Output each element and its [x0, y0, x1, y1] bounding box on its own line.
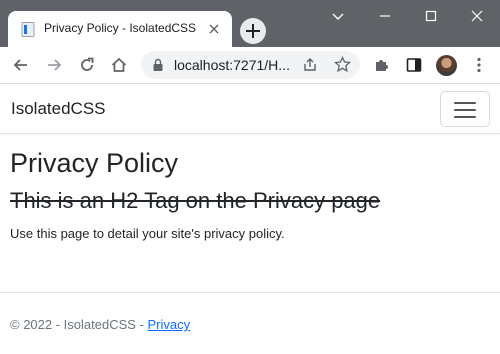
star-icon[interactable]: [334, 56, 351, 73]
chevron-down-icon[interactable]: [329, 7, 347, 25]
kebab-menu-icon[interactable]: [470, 56, 488, 74]
share-icon[interactable]: [302, 57, 318, 73]
page-subtitle: This is an H2 Tag on the Privacy page: [10, 188, 381, 213]
new-tab-button[interactable]: [240, 18, 266, 44]
plus-icon: [246, 24, 260, 38]
navbar-brand[interactable]: IsolatedCSS: [11, 99, 106, 119]
reload-icon[interactable]: [78, 56, 96, 74]
home-icon[interactable]: [110, 56, 128, 74]
browser-tab-active[interactable]: Privacy Policy - IsolatedCSS: [8, 11, 232, 47]
page-description: Use this page to detail your site's priv…: [10, 226, 285, 241]
lock-icon[interactable]: [152, 58, 164, 72]
tab-title: Privacy Policy - IsolatedCSS: [44, 21, 197, 35]
hamburger-icon: [454, 102, 476, 104]
minimize-icon[interactable]: [376, 7, 394, 25]
side-panel-icon[interactable]: [405, 56, 423, 74]
hamburger-icon-bar: [454, 116, 476, 118]
avatar[interactable]: [436, 55, 457, 76]
back-arrow-icon[interactable]: [12, 56, 30, 74]
address-bar[interactable]: localhost:7271/H...: [141, 51, 360, 79]
forward-arrow-icon[interactable]: [45, 56, 63, 74]
hamburger-icon-bar: [454, 109, 476, 111]
navbar-toggle-button[interactable]: [440, 91, 490, 127]
footer-copyright: © 2022 - IsolatedCSS -: [10, 317, 148, 332]
browser-toolbar: localhost:7271/H...: [0, 47, 500, 84]
window-close-icon[interactable]: [468, 7, 486, 25]
url-text: localhost:7271/H...: [174, 57, 290, 73]
tab-close-icon[interactable]: [206, 21, 222, 37]
document-icon: [21, 22, 35, 37]
puzzle-icon[interactable]: [373, 56, 391, 74]
browser-titlebar: Privacy Policy - IsolatedCSS: [0, 0, 500, 47]
maximize-icon[interactable]: [422, 7, 440, 25]
site-navbar: IsolatedCSS: [0, 85, 500, 134]
page-title: Privacy Policy: [10, 148, 179, 178]
footer-divider: [0, 292, 500, 293]
footer-privacy-link[interactable]: Privacy: [147, 317, 190, 332]
footer: © 2022 - IsolatedCSS - Privacy: [10, 317, 190, 332]
